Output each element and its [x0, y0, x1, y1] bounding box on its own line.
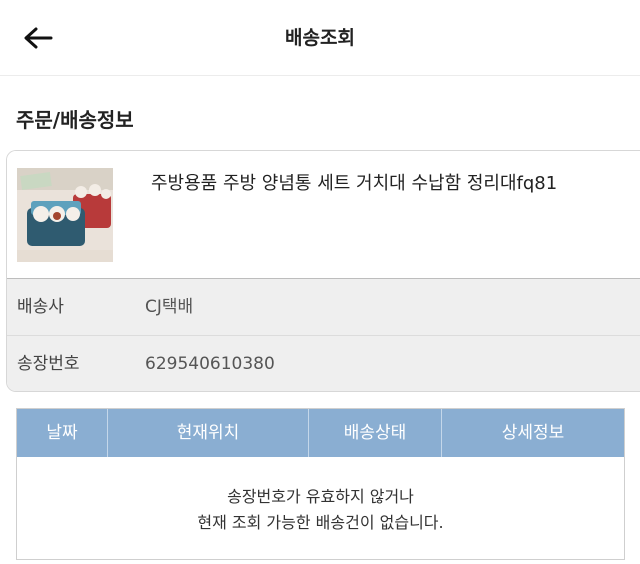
empty-message-line-1: 송장번호가 유효하지 않거나: [227, 487, 414, 506]
column-header-status: 배송상태: [309, 409, 442, 457]
carrier-value: CJ택배: [145, 297, 194, 317]
tracking-table-header: 날짜 현재위치 배송상태 상세정보: [17, 409, 624, 457]
column-header-date: 날짜: [17, 409, 108, 457]
page-title: 배송조회: [285, 27, 355, 49]
tracking-number-value: 629540610380: [145, 354, 275, 374]
carrier-row: 배송사 CJ택배: [7, 279, 640, 336]
order-shipping-info-card: 주방용품 주방 양념통 세트 거치대 수납함 정리대fq81 배송사 CJ택배 …: [6, 150, 640, 392]
column-header-location: 현재위치: [108, 409, 309, 457]
product-row[interactable]: 주방용품 주방 양념통 세트 거치대 수납함 정리대fq81: [7, 151, 640, 279]
tracking-table: 날짜 현재위치 배송상태 상세정보 송장번호가 유효하지 않거나 현재 조회 가…: [16, 408, 625, 560]
carrier-label: 배송사: [17, 297, 64, 317]
empty-message-line-2: 현재 조회 가능한 배송건이 없습니다.: [197, 513, 444, 532]
tracking-number-row: 송장번호 629540610380: [7, 336, 640, 391]
empty-state-message: 송장번호가 유효하지 않거나 현재 조회 가능한 배송건이 없습니다.: [17, 457, 624, 536]
top-app-bar: 배송조회: [0, 0, 640, 76]
tracking-number-label: 송장번호: [17, 354, 80, 374]
product-thumbnail: [17, 168, 113, 262]
product-name[interactable]: 주방용품 주방 양념통 세트 거치대 수납함 정리대fq81: [151, 169, 557, 195]
section-title: 주문/배송정보: [16, 108, 134, 132]
column-header-details: 상세정보: [501, 423, 565, 443]
